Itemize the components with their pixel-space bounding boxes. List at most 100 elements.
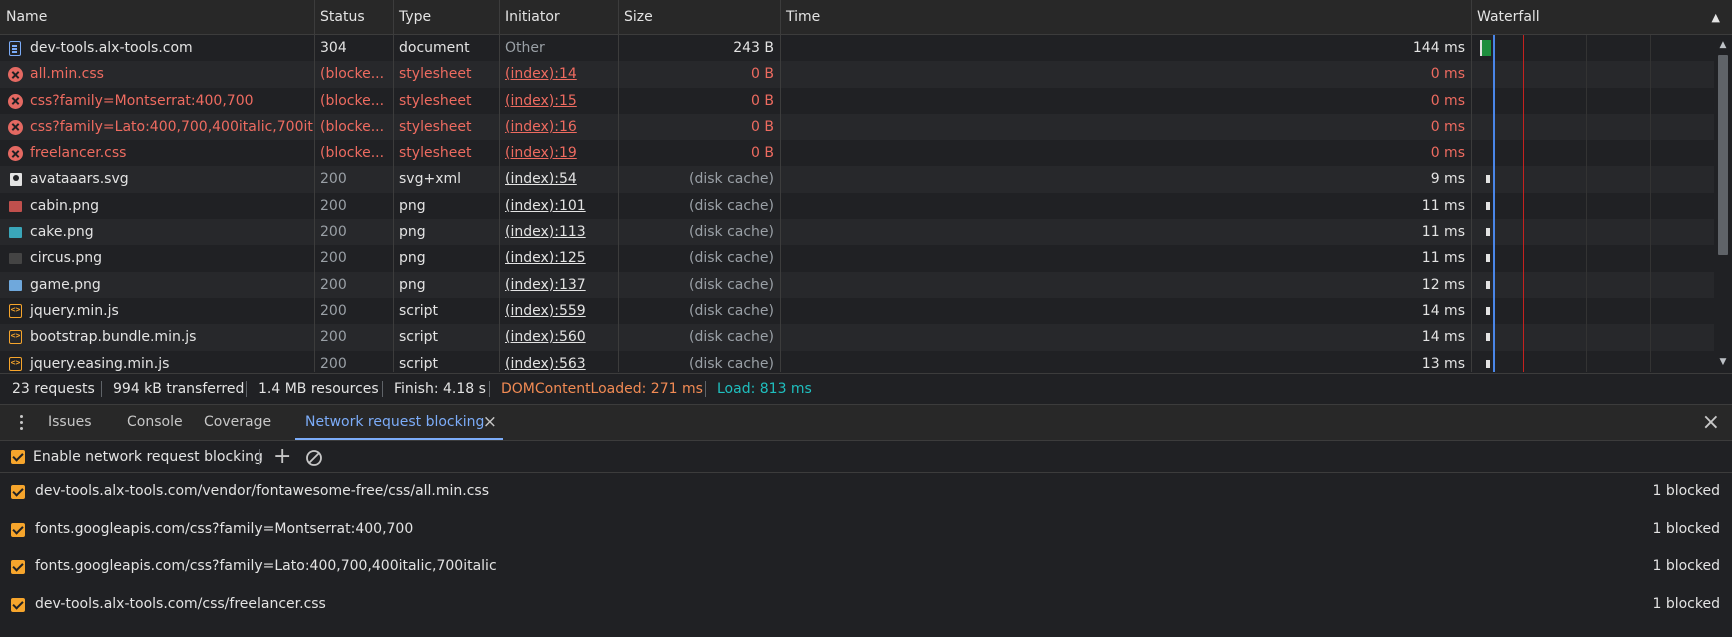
blocked-pattern-row[interactable]: fonts.googleapis.com/css?family=Montserr… xyxy=(0,511,1732,549)
request-status: 200 xyxy=(320,171,347,188)
request-status: 200 xyxy=(320,329,347,346)
table-row[interactable]: css?family=Lato:400,700,400italic,700ita… xyxy=(0,113,1714,141)
column-header-status[interactable]: Status xyxy=(314,0,394,35)
table-row[interactable]: game.png 200 png (index):137 (disk cache) 12 … xyxy=(0,271,1714,298)
pattern-text[interactable]: dev-tools.alx-tools.com/vendor/fontaweso… xyxy=(35,473,489,511)
table-row[interactable]: <> jquery.easing.min.js 200 script (index):5… xyxy=(0,350,1714,372)
summary-divider xyxy=(382,381,383,397)
request-size: 0 B xyxy=(751,66,774,83)
sort-ascending-icon[interactable]: ▲ xyxy=(1712,0,1720,35)
request-type: png xyxy=(399,276,426,293)
table-row[interactable]: cake.png 200 png (index):113 (disk cache) 11 … xyxy=(0,219,1714,246)
waterfall-bar xyxy=(1486,254,1490,263)
remove-all-patterns-icon[interactable] xyxy=(305,449,323,471)
request-size: (disk cache) xyxy=(688,302,774,319)
request-initiator: (index):125 xyxy=(499,245,618,271)
request-time: 11 ms xyxy=(1421,197,1465,214)
column-header-initiator[interactable]: Initiator xyxy=(499,0,619,35)
request-status: 200 xyxy=(320,197,347,214)
initiator-link[interactable]: (index):559 xyxy=(505,303,586,319)
request-time: 11 ms xyxy=(1421,250,1465,267)
tab-close-icon[interactable]: × xyxy=(483,405,497,440)
initiator-link[interactable]: (index):15 xyxy=(505,93,577,109)
request-name[interactable]: bootstrap.bundle.min.js xyxy=(0,324,313,350)
tab-network-request-blocking[interactable]: Network request blocking × xyxy=(295,405,503,440)
request-name[interactable]: avataaars.svg xyxy=(0,166,313,192)
column-header-name[interactable]: Name xyxy=(0,0,314,35)
table-row[interactable]: dev-tools.alx-tools.com 304 document Other 2… xyxy=(0,35,1714,62)
request-name[interactable]: cabin.png xyxy=(0,193,313,219)
scrollbar-thumb[interactable] xyxy=(1718,55,1728,255)
request-name[interactable]: freelancer.css xyxy=(0,140,313,166)
blocked-pattern-row[interactable]: dev-tools.alx-tools.com/vendor/fontaweso… xyxy=(0,473,1732,511)
initiator-link[interactable]: (index):54 xyxy=(505,171,577,187)
blocked-patterns-list: dev-tools.alx-tools.com/vendor/fontaweso… xyxy=(0,473,1732,637)
request-type: script xyxy=(399,302,439,319)
initiator-link[interactable]: (index):563 xyxy=(505,356,586,372)
request-name[interactable]: jquery.easing.min.js xyxy=(0,351,313,372)
column-header-time[interactable]: Time xyxy=(780,0,1472,35)
table-row[interactable]: <> bootstrap.bundle.min.js 200 script (index… xyxy=(0,324,1714,351)
summary-divider xyxy=(705,381,706,397)
initiator-link[interactable]: (index):125 xyxy=(505,250,586,266)
waterfall-bar xyxy=(1486,333,1490,342)
drawer-close-icon[interactable]: × xyxy=(1702,405,1720,440)
initiator-link[interactable]: (index):16 xyxy=(505,119,577,135)
blocked-count: 1 blocked xyxy=(1652,483,1720,499)
pattern-checkbox[interactable] xyxy=(11,522,25,537)
column-header-type[interactable]: Type xyxy=(393,0,499,35)
initiator-link[interactable]: (index):19 xyxy=(505,145,577,161)
summary-divider xyxy=(489,381,490,397)
table-row[interactable]: css?family=Montserrat:400,700 (blocke... s… xyxy=(0,87,1714,114)
request-name[interactable]: dev-tools.alx-tools.com xyxy=(0,35,313,61)
blocked-pattern-row[interactable]: dev-tools.alx-tools.com/css/freelancer.c… xyxy=(0,586,1732,624)
initiator-link[interactable]: (index):113 xyxy=(505,224,586,240)
add-pattern-icon[interactable]: + xyxy=(273,441,291,473)
request-name[interactable]: css?family=Lato:400,700,400italic,700ita… xyxy=(0,114,313,140)
tab-console[interactable]: Console xyxy=(127,405,183,440)
tab-coverage[interactable]: Coverage xyxy=(204,405,271,440)
request-type: stylesheet xyxy=(399,66,472,83)
enable-blocking-label[interactable]: Enable network request blocking xyxy=(33,441,263,473)
request-name[interactable]: cake.png xyxy=(0,219,313,245)
request-status: 200 xyxy=(320,302,347,319)
blocked-pattern-row[interactable]: fonts.googleapis.com/css?family=Lato:400… xyxy=(0,548,1732,586)
scroll-down-icon[interactable]: ▼ xyxy=(1714,354,1732,370)
pattern-checkbox[interactable] xyxy=(11,560,25,574)
column-header-size[interactable]: Size xyxy=(618,0,781,35)
request-name[interactable]: css?family=Montserrat:400,700 xyxy=(0,88,313,114)
request-initiator: (index):16 xyxy=(499,114,618,140)
request-size: 0 B xyxy=(751,118,774,135)
table-row[interactable]: avataaars.svg 200 svg+xml (index):54 (disk c… xyxy=(0,166,1714,193)
request-initiator: (index):15 xyxy=(499,88,618,114)
pattern-text[interactable]: fonts.googleapis.com/css?family=Montserr… xyxy=(35,511,413,549)
initiator-link[interactable]: (index):560 xyxy=(505,329,586,345)
tab-issues[interactable]: Issues xyxy=(48,405,92,440)
request-name[interactable]: circus.png xyxy=(0,245,313,271)
blocked-count: 1 blocked xyxy=(1652,595,1720,612)
table-row[interactable]: all.min.css (blocke... stylesheet (index):1… xyxy=(0,61,1714,88)
table-row[interactable]: circus.png 200 png (index):125 (disk cache) 1… xyxy=(0,245,1714,272)
pattern-checkbox[interactable] xyxy=(11,485,25,499)
table-scrollbar[interactable]: ▲ ▼ xyxy=(1714,35,1732,372)
request-name[interactable]: game.png xyxy=(0,272,313,298)
scroll-up-icon[interactable]: ▲ xyxy=(1714,37,1732,53)
table-row[interactable]: cabin.png 200 png (index):101 (disk cache) 11… xyxy=(0,192,1714,220)
enable-blocking-checkbox[interactable] xyxy=(11,450,25,464)
initiator-link[interactable]: (index):14 xyxy=(505,66,577,82)
request-type: stylesheet xyxy=(399,92,472,109)
pattern-text[interactable]: dev-tools.alx-tools.com/css/freelancer.c… xyxy=(35,586,326,624)
initiator-link[interactable]: (index):101 xyxy=(505,198,586,214)
column-header-waterfall[interactable]: Waterfall xyxy=(1471,0,1732,35)
more-tabs-menu-icon[interactable] xyxy=(15,415,27,431)
request-name[interactable]: jquery.min.js xyxy=(0,298,313,324)
pattern-text[interactable]: fonts.googleapis.com/css?family=Lato:400… xyxy=(35,548,497,586)
initiator-link[interactable]: (index):137 xyxy=(505,277,586,293)
pattern-checkbox[interactable] xyxy=(11,597,25,612)
network-summary-bar: 23 requests 994 kB transferred 1.4 MB re… xyxy=(0,373,1732,405)
table-row[interactable]: <> jquery.min.js 200 script (index):559 (disk… xyxy=(0,297,1714,325)
table-row[interactable]: freelancer.css (blocke... stylesheet (index… xyxy=(0,140,1714,167)
request-size: (disk cache) xyxy=(688,197,774,214)
request-name[interactable]: all.min.css xyxy=(0,61,313,87)
request-time: 0 ms xyxy=(1430,92,1465,109)
